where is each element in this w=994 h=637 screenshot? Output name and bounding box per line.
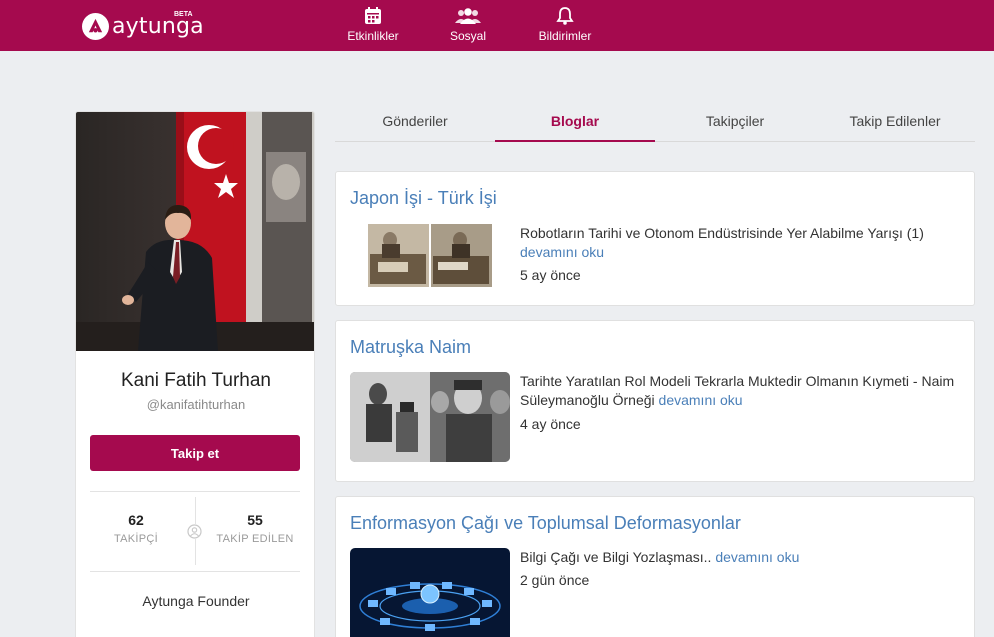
user-circle-icon (187, 524, 202, 539)
top-navigation-bar: aytunga BETA Etkinlikler Sosyal Bildirim… (0, 0, 994, 51)
bell-icon (556, 7, 574, 25)
blog-time: 5 ay önce (520, 267, 581, 283)
follow-button[interactable]: Takip et (90, 435, 300, 471)
profile-name: Kani Fatih Turhan (121, 370, 271, 391)
blog-title[interactable]: Japon İşi - Türk İşi (350, 188, 497, 209)
read-more-link[interactable]: devamını oku (520, 244, 604, 260)
nav-social-label: Sosyal (449, 29, 487, 43)
profile-bio: Aytunga Founder (142, 593, 250, 609)
blog-excerpt-text: Robotların Tarihi ve Otonom Endüstrisind… (520, 225, 924, 241)
blog-excerpt: Bilgi Çağı ve Bilgi Yozlaşması.. devamın… (520, 548, 960, 567)
blog-card: Japon İşi - Türk İşi Robotların Tarihi v… (335, 171, 975, 306)
blog-thumbnail[interactable] (350, 372, 510, 462)
aytunga-logo-icon (82, 12, 109, 40)
nav-social[interactable]: Sosyal (440, 6, 496, 43)
tab-followers[interactable]: Takipçiler (655, 104, 815, 141)
following-label: TAKİP EDİLEN (216, 533, 294, 545)
nav-notifications-label: Bildirimler (538, 29, 592, 43)
group-icon (455, 8, 481, 24)
read-more-link[interactable]: devamını oku (659, 392, 743, 408)
tab-blogs[interactable]: Bloglar (495, 104, 655, 142)
followers-count: 62 (128, 512, 144, 528)
following-count: 55 (247, 512, 263, 528)
blog-excerpt-text: Bilgi Çağı ve Bilgi Yozlaşması.. (520, 549, 712, 565)
blog-thumbnail[interactable] (350, 548, 510, 637)
profile-tabs: Gönderiler Bloglar Takipçiler Takip Edil… (335, 104, 975, 142)
profile-card: Kani Fatih Turhan @kanifatihturhan Takip… (75, 111, 315, 637)
following-stat[interactable]: 55 TAKİP EDİLEN (205, 512, 305, 545)
blog-time: 4 ay önce (520, 416, 581, 432)
blog-time: 2 gün önce (520, 572, 590, 588)
blog-title[interactable]: Enformasyon Çağı ve Toplumsal Deformasyo… (350, 513, 741, 534)
stats-divider (90, 491, 300, 492)
profile-photo (76, 112, 314, 351)
tab-posts[interactable]: Gönderiler (335, 104, 495, 141)
nav-notifications[interactable]: Bildirimler (531, 6, 599, 43)
beta-badge: BETA (174, 11, 193, 18)
blog-excerpt: Tarihte Yaratılan Rol Modeli Tekrarla Mu… (520, 372, 960, 410)
stats-divider (90, 571, 300, 572)
blog-title[interactable]: Matruşka Naim (350, 337, 471, 358)
calendar-icon (365, 7, 381, 24)
followers-label: TAKİPÇİ (113, 533, 159, 545)
followers-stat[interactable]: 62 TAKİPÇİ (86, 512, 186, 545)
blog-thumbnail[interactable] (368, 224, 492, 287)
tab-following[interactable]: Takip Edilenler (815, 104, 975, 141)
blog-excerpt: Robotların Tarihi ve Otonom Endüstrisind… (520, 224, 960, 262)
read-more-link[interactable]: devamını oku (715, 549, 799, 565)
blog-card: Matruşka Naim Tarihte Yaratılan Rol Mode… (335, 320, 975, 482)
nav-events[interactable]: Etkinlikler (340, 6, 406, 43)
brand-logo[interactable]: aytunga BETA (82, 10, 204, 42)
nav-events-label: Etkinlikler (347, 29, 399, 43)
profile-handle: @kanifatihturhan (146, 397, 246, 412)
blog-card: Enformasyon Çağı ve Toplumsal Deformasyo… (335, 496, 975, 637)
